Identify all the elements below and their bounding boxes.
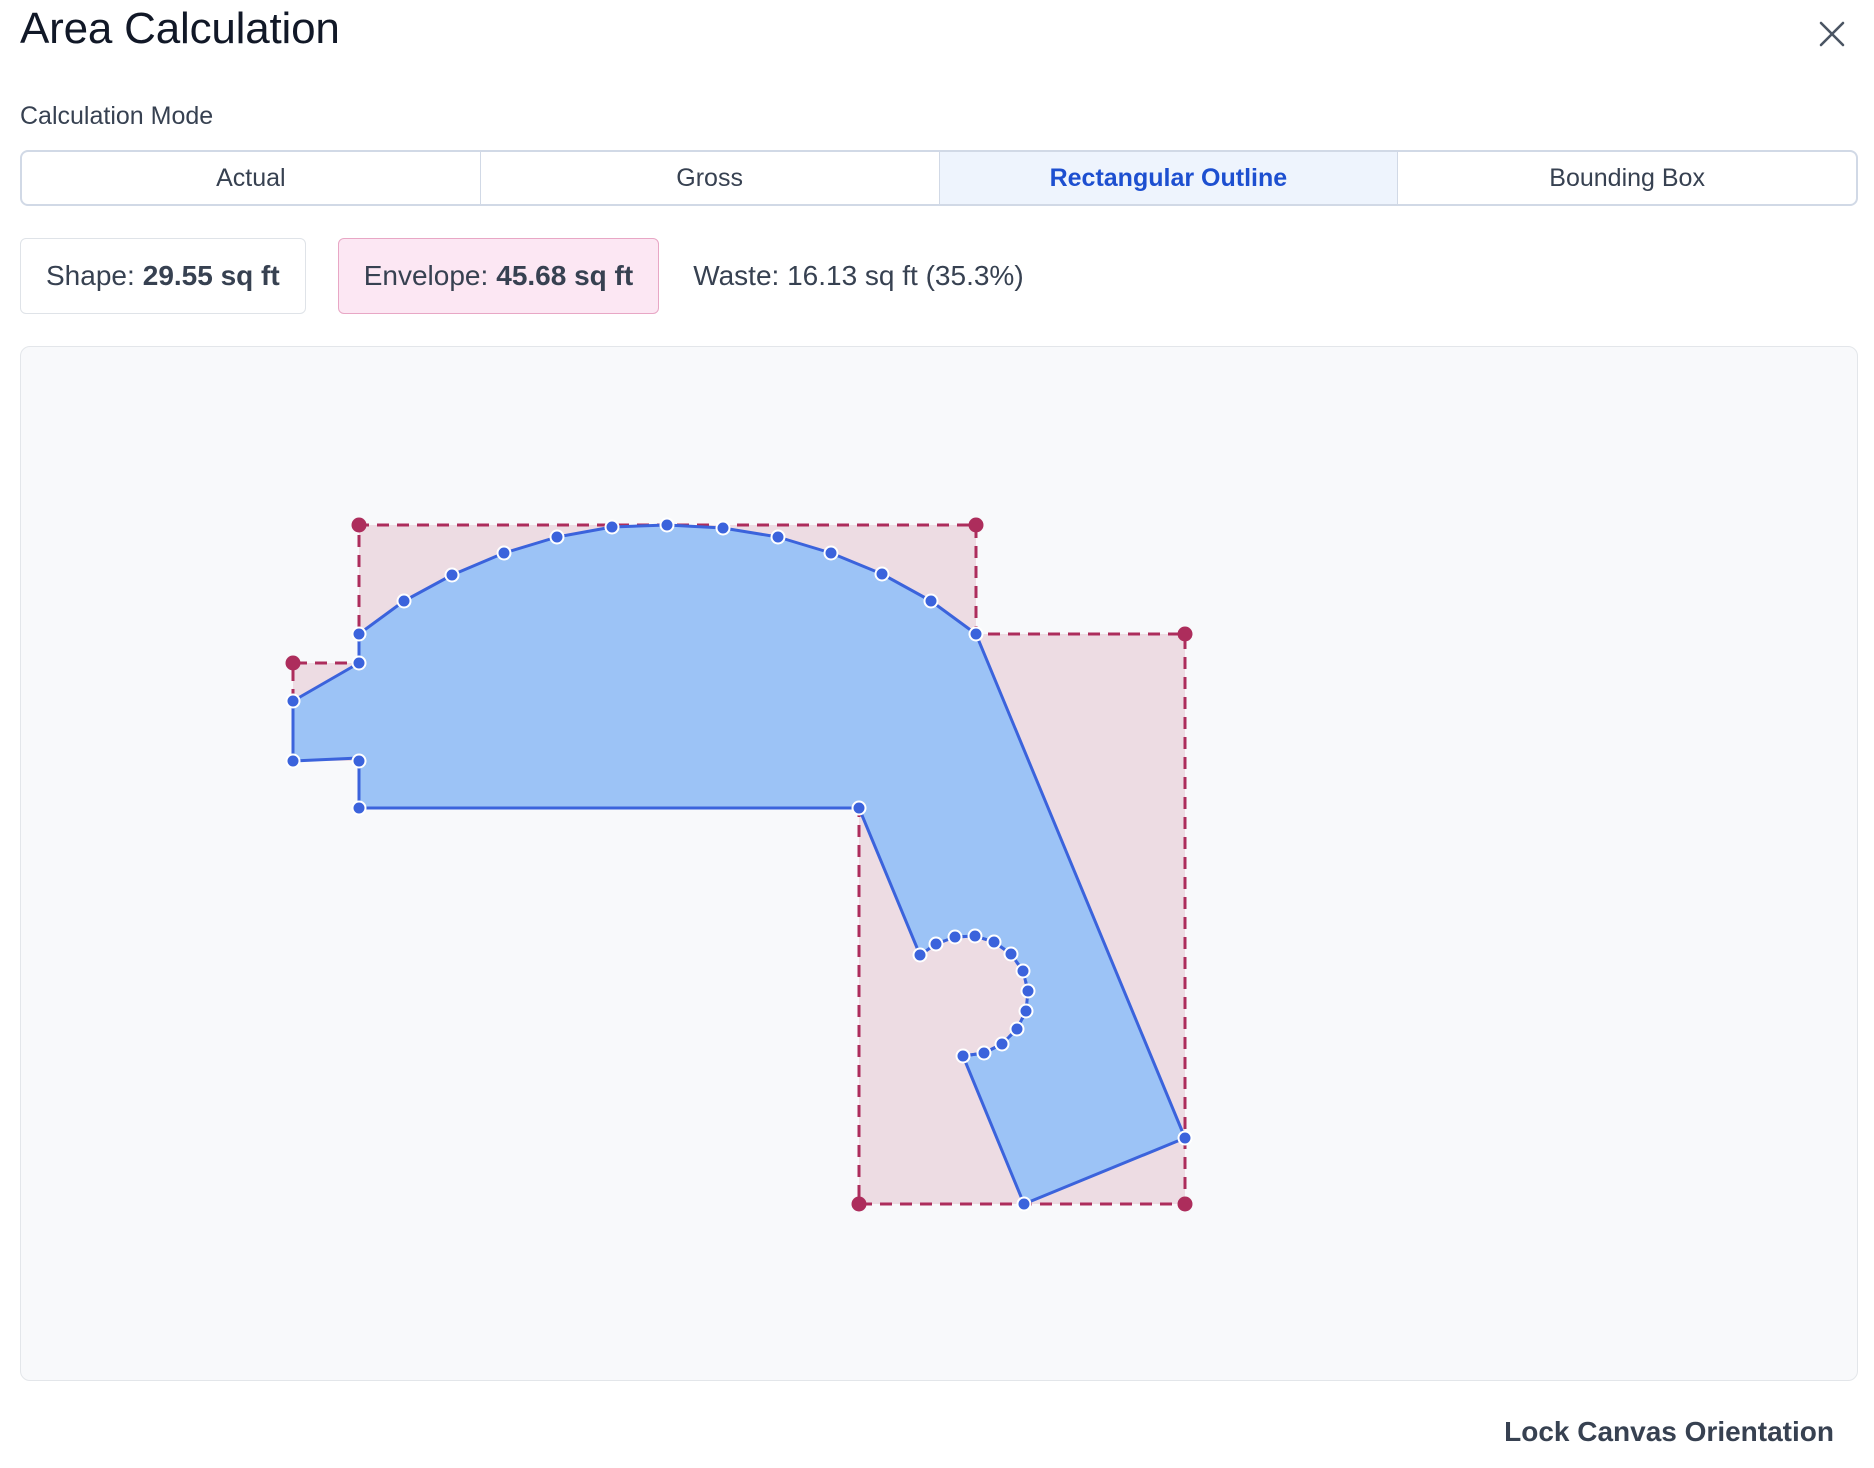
shape-vertex-handle[interactable] [285, 693, 301, 709]
envelope-area-value: 45.68 sq ft [496, 260, 634, 291]
shape-vertex-handle[interactable] [967, 928, 983, 944]
shape-vertex-handle[interactable] [549, 529, 565, 545]
waste-stat: Waste: 16.13 sq ft (35.3%) [693, 260, 1024, 291]
shape-vertex-handle[interactable] [923, 593, 939, 609]
envelope-corner-handle[interactable] [351, 517, 367, 533]
shape-vertex-handle[interactable] [496, 545, 512, 561]
envelope-corner-handle[interactable] [285, 655, 301, 671]
mode-gross-button[interactable]: Gross [481, 152, 940, 204]
shape-vertex-handle[interactable] [912, 947, 928, 963]
shape-vertex-handle[interactable] [715, 520, 731, 536]
shape-vertex-handle[interactable] [928, 936, 944, 952]
shape-vertex-handle[interactable] [947, 929, 963, 945]
shape-polygon[interactable] [291, 523, 1187, 1206]
shape-vertex-handle[interactable] [823, 545, 839, 561]
calculation-mode-selector: Actual Gross Rectangular Outline Boundin… [20, 150, 1858, 206]
shape-vertex-handle[interactable] [351, 753, 367, 769]
close-icon [1819, 21, 1845, 47]
shape-vertex-handle[interactable] [1016, 1196, 1032, 1212]
shape-vertex-handle[interactable] [285, 753, 301, 769]
shape-vertex-handle[interactable] [1020, 983, 1036, 999]
mode-actual-button[interactable]: Actual [22, 152, 481, 204]
envelope-area-stat: Envelope: 45.68 sq ft [337, 238, 660, 314]
envelope-corner-handle[interactable] [968, 517, 984, 533]
shape-area-stat: Shape: 29.55 sq ft [20, 238, 306, 314]
envelope-corner-handle[interactable] [1177, 626, 1193, 642]
shape-vertex-handle[interactable] [351, 655, 367, 671]
shape-vertex-handle[interactable] [1009, 1021, 1025, 1037]
close-button[interactable] [1812, 14, 1852, 54]
shape-vertex-handle[interactable] [986, 934, 1002, 950]
envelope-corner-handle[interactable] [1177, 1196, 1193, 1212]
envelope-corner-handle[interactable] [851, 1196, 867, 1212]
lock-canvas-orientation-button[interactable]: Lock Canvas Orientation [1504, 1416, 1834, 1448]
shape-vertex-handle[interactable] [874, 566, 890, 582]
mode-rectangular-outline-button[interactable]: Rectangular Outline [939, 152, 1399, 204]
shape-vertex-handle[interactable] [1177, 1130, 1193, 1146]
shape-vertex-handle[interactable] [659, 517, 675, 533]
mode-bounding-box-button[interactable]: Bounding Box [1398, 152, 1856, 204]
shape-vertex-handle[interactable] [604, 519, 620, 535]
shape-drawing[interactable] [21, 347, 1858, 1381]
shape-vertex-handle[interactable] [351, 800, 367, 816]
calculation-mode-label: Calculation Mode [20, 102, 214, 130]
envelope-area-label: Envelope: [363, 260, 489, 291]
shape-vertex-handle[interactable] [770, 529, 786, 545]
drawing-canvas[interactable] [20, 346, 1858, 1381]
area-stats: Shape: 29.55 sq ft Envelope: 45.68 sq ft… [20, 238, 1024, 314]
shape-area-value: 29.55 sq ft [142, 260, 280, 291]
shape-vertex-handle[interactable] [351, 626, 367, 642]
shape-vertex-handle[interactable] [1003, 946, 1019, 962]
shape-vertex-handle[interactable] [1015, 963, 1031, 979]
shape-vertex-handle[interactable] [968, 626, 984, 642]
shape-vertex-handle[interactable] [851, 800, 867, 816]
shape-vertex-handle[interactable] [1018, 1003, 1034, 1019]
dialog-title: Area Calculation [20, 4, 340, 53]
shape-vertex-handle[interactable] [955, 1048, 971, 1064]
shape-vertex-handle[interactable] [994, 1036, 1010, 1052]
shape-vertex-handle[interactable] [444, 567, 460, 583]
shape-vertex-handle[interactable] [976, 1045, 992, 1061]
shape-vertex-handle[interactable] [396, 593, 412, 609]
shape-area-label: Shape: [46, 260, 135, 291]
shape-polygon-layer[interactable] [291, 523, 1187, 1206]
